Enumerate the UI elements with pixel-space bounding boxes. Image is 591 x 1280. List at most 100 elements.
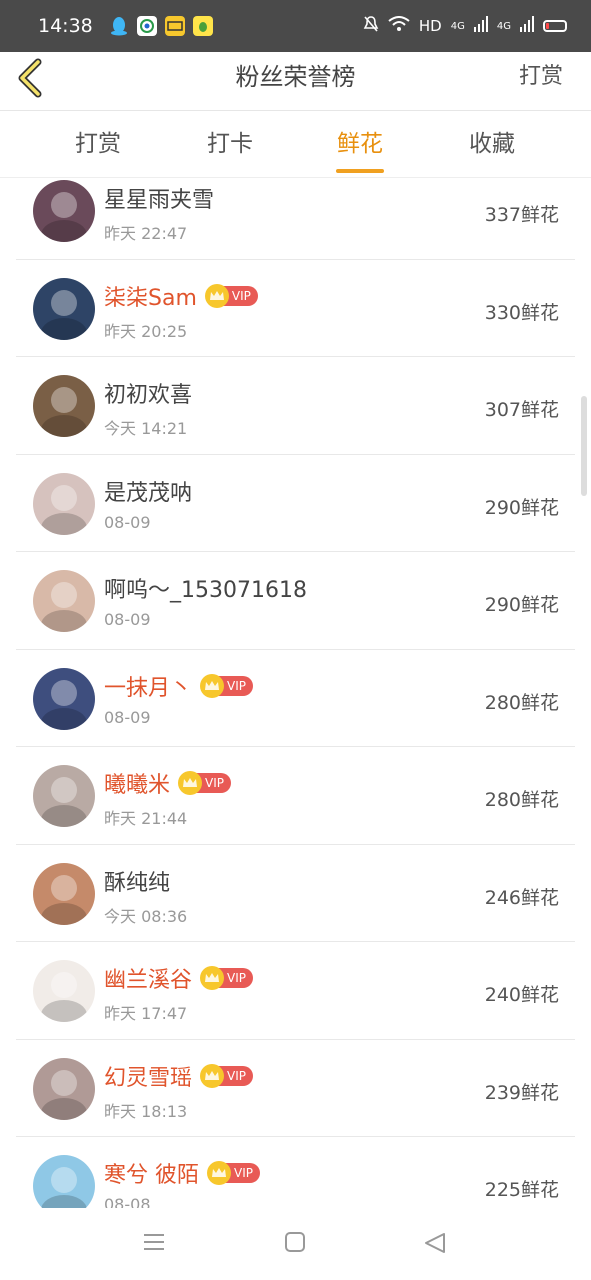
- avatar[interactable]: [33, 667, 95, 730]
- page-title: 粉丝荣誉榜: [235, 63, 356, 91]
- flower-count: 225鲜花: [484, 1179, 559, 1201]
- fan-name-text: 幽兰溪谷: [104, 968, 193, 993]
- system-nav-bar: [0, 1208, 591, 1280]
- vip-label: VIP: [231, 288, 251, 303]
- fan-name-text: 酥纯纯: [104, 870, 171, 896]
- mute-bell-icon: [363, 15, 379, 37]
- flower-count: 280鲜花: [484, 789, 559, 811]
- fan-name-text: 柒柒Sam: [104, 285, 197, 311]
- tab-bar: 打赏 打卡 鲜花 收藏: [0, 111, 591, 178]
- tab-favorites[interactable]: 收藏: [442, 111, 542, 177]
- fan-list[interactable]: 星星雨夹雪昨天 22:47 337鲜花柒柒Sam VIP 昨天 20:25 330鲜花初…: [0, 178, 591, 1208]
- fan-name-text: 寒兮 彼陌: [104, 1163, 199, 1188]
- reward-button[interactable]: 打赏: [519, 52, 563, 102]
- fan-name: 柒柒Sam VIP: [104, 280, 258, 312]
- yuedu-icon: [164, 16, 185, 36]
- menu-icon[interactable]: [143, 1232, 165, 1256]
- battery-icon: [543, 20, 567, 32]
- fan-name-text: 是茂茂呐: [104, 480, 193, 506]
- tab-flowers[interactable]: 鲜花: [310, 111, 410, 177]
- vip-badge: VIP: [204, 283, 258, 308]
- fan-name: 曦曦米 VIP: [104, 767, 231, 799]
- signal-4g-label: 4G: [450, 20, 465, 32]
- crown-icon: [200, 1063, 225, 1088]
- tab-flowers-label: 鲜花: [337, 131, 383, 157]
- signal-icon-2: [520, 16, 534, 36]
- vip-badge: VIP: [178, 771, 231, 795]
- status-indicators: HD 4G 4G: [363, 15, 567, 37]
- avatar[interactable]: [33, 1155, 95, 1208]
- fan-name-text: 幻灵雪瑶: [104, 1065, 193, 1091]
- crown-icon: [207, 1161, 231, 1185]
- crown-icon: [200, 673, 225, 698]
- crown-icon: [204, 283, 229, 308]
- fan-row[interactable]: 柒柒Sam VIP 昨天 20:25 330鲜花: [16, 260, 575, 357]
- fan-row[interactable]: 幽兰溪谷 VIP 昨天 17:47 240鲜花: [16, 942, 575, 1040]
- avatar[interactable]: [33, 277, 95, 340]
- fan-row[interactable]: 啊呜～_153071618 08-09 290鲜花: [16, 552, 575, 650]
- fan-name: 幻灵雪瑶 VIP: [104, 1060, 253, 1092]
- avatar[interactable]: [33, 960, 95, 1022]
- fan-time: 今天 08:36: [104, 906, 188, 926]
- vip-badge: VIP: [207, 1161, 260, 1185]
- vip-label: VIP: [227, 678, 246, 693]
- fan-time: 昨天 21:44: [104, 809, 188, 828]
- avatar[interactable]: [33, 765, 95, 827]
- fan-name-text: 初初欢喜: [104, 383, 193, 408]
- flower-count: 239鲜花: [484, 1081, 559, 1104]
- avatar[interactable]: [33, 375, 95, 437]
- fan-row[interactable]: 寒兮 彼陌 VIP 08-08 225鲜花: [16, 1137, 575, 1208]
- vip-label: VIP: [205, 776, 224, 790]
- fan-name: 幽兰溪谷 VIP: [104, 962, 253, 994]
- fan-name-text: 一抹月丶: [104, 675, 193, 701]
- fan-name: 酥纯纯: [104, 865, 170, 897]
- fan-row[interactable]: 酥纯纯今天 08:36 246鲜花: [16, 845, 575, 942]
- fan-time: 昨天 20:25: [104, 321, 188, 341]
- fan-name: 星星雨夹雪: [104, 182, 214, 214]
- fan-row[interactable]: 幻灵雪瑶 VIP 昨天 18:13 239鲜花: [16, 1040, 575, 1137]
- signal-4g-label-2: 4G: [496, 20, 511, 32]
- leaf-app-icon: [192, 16, 213, 36]
- fan-row[interactable]: 初初欢喜 今天 14:21 307鲜花: [16, 357, 575, 455]
- tab-active-indicator: [336, 169, 384, 173]
- fan-row[interactable]: 曦曦米 VIP 昨天 21:44 280鲜花: [16, 747, 575, 845]
- vip-badge: VIP: [200, 1063, 253, 1088]
- fan-name: 初初欢喜: [104, 377, 192, 409]
- avatar[interactable]: [33, 180, 95, 242]
- tab-checkin[interactable]: 打卡: [180, 111, 280, 177]
- fan-time: 昨天 22:47: [104, 224, 188, 243]
- vip-badge: VIP: [200, 966, 253, 990]
- flower-count: 246鲜花: [484, 886, 559, 909]
- fan-time: 08-09: [104, 512, 151, 532]
- fan-row[interactable]: 是茂茂呐 08-09 290鲜花: [16, 455, 575, 552]
- scrollbar[interactable]: [581, 396, 587, 496]
- fan-name: 寒兮 彼陌 VIP: [104, 1157, 260, 1189]
- wifi-icon: [388, 16, 410, 36]
- home-icon[interactable]: [285, 1232, 305, 1256]
- signal-icon: [473, 16, 488, 36]
- crown-icon: [178, 771, 203, 795]
- fan-row[interactable]: 星星雨夹雪昨天 22:47 337鲜花: [16, 178, 575, 260]
- flower-count: 330鲜花: [484, 301, 559, 324]
- flower-count: 280鲜花: [484, 691, 559, 714]
- fan-name-text: 星星雨夹雪: [104, 188, 215, 213]
- flower-count: 307鲜花: [484, 399, 559, 421]
- browser-icon: [136, 16, 157, 36]
- vip-label: VIP: [234, 1166, 253, 1180]
- avatar[interactable]: [33, 862, 95, 925]
- vip-badge: VIP: [200, 673, 253, 698]
- tab-reward[interactable]: 打赏: [48, 111, 148, 177]
- avatar[interactable]: [33, 1057, 95, 1120]
- flower-count: 337鲜花: [484, 204, 559, 226]
- qq-icon: [109, 16, 129, 36]
- avatar[interactable]: [33, 570, 95, 632]
- fan-time: 08-08: [104, 1195, 151, 1208]
- fan-time: 昨天 18:13: [104, 1101, 188, 1121]
- back-triangle-icon[interactable]: [424, 1232, 446, 1258]
- flower-count: 290鲜花: [484, 496, 559, 519]
- hd-label: HD: [418, 17, 442, 35]
- fan-time: 08-09: [104, 610, 151, 629]
- fan-name: 啊呜～_153071618: [104, 572, 307, 604]
- fan-row[interactable]: 一抹月丶 VIP 08-09 280鲜花: [16, 650, 575, 747]
- avatar[interactable]: [33, 472, 95, 535]
